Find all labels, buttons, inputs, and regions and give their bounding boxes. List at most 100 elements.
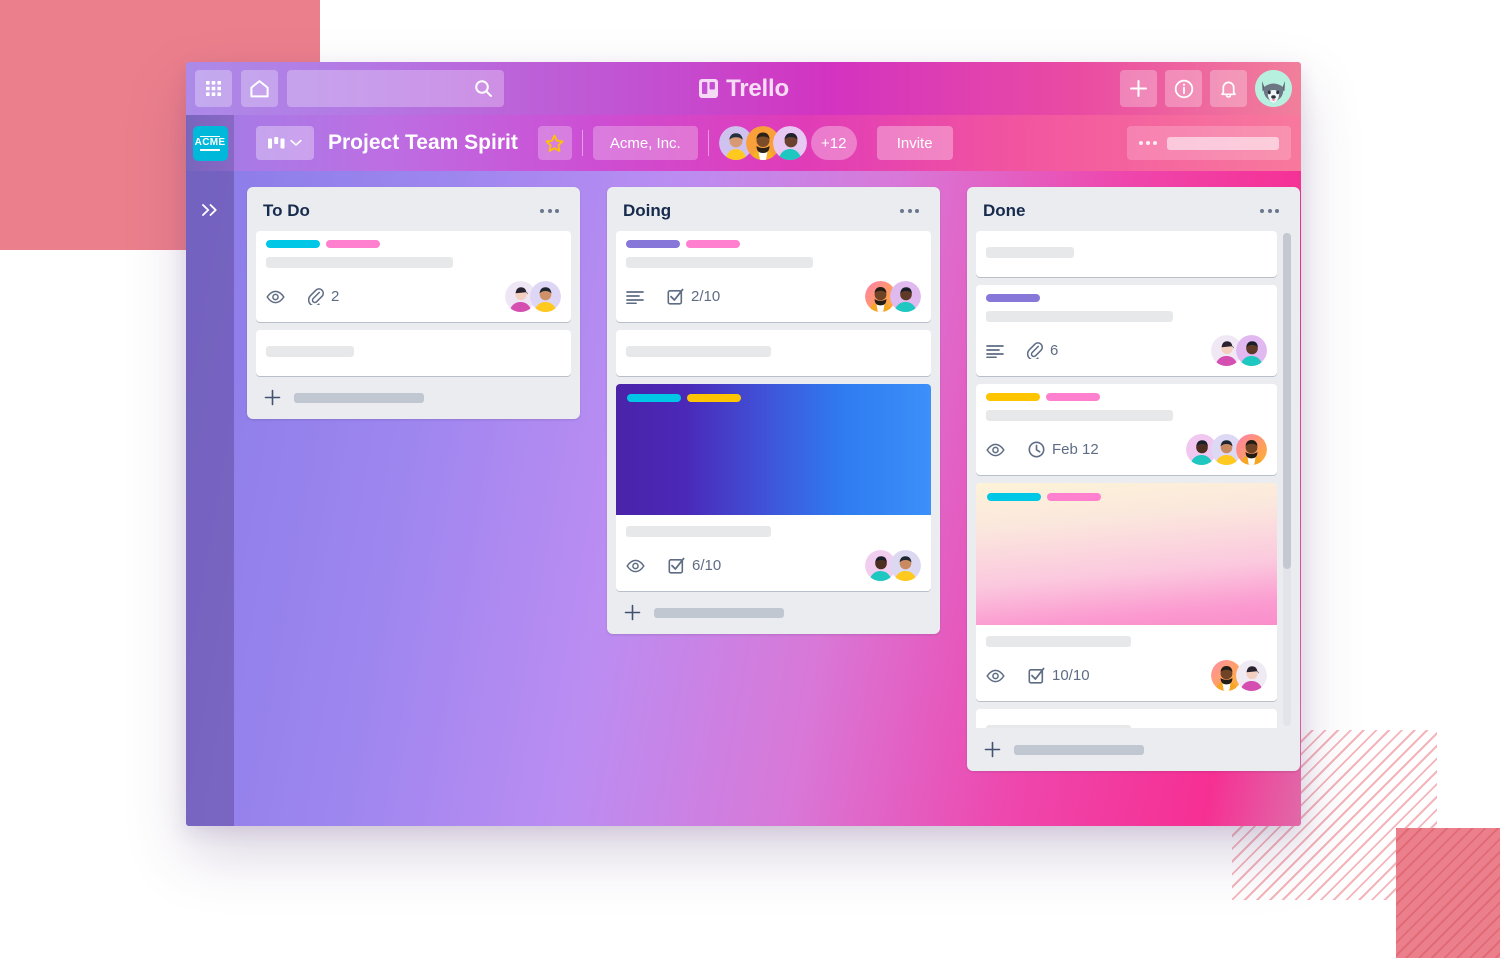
card-labels [986,393,1267,401]
member-overflow-count[interactable]: +12 [810,126,857,160]
label-pink[interactable] [1047,493,1101,501]
card[interactable]: 6 [976,285,1277,376]
notifications-button[interactable] [1210,70,1247,107]
avatar-woman-purple[interactable] [1236,660,1267,691]
card-title-placeholder [266,257,453,268]
list-doing: Doing 2/10 6/10 [607,187,940,634]
card-title-placeholder [986,311,1173,322]
add-card-label-placeholder [1014,744,1144,755]
label-yellow[interactable] [687,394,741,402]
card[interactable]: 2/10 [616,231,931,322]
label-pink[interactable] [686,240,740,248]
info-button[interactable] [1165,70,1202,107]
list-menu-button[interactable] [895,204,924,218]
avatar-person-teal[interactable] [1236,335,1267,366]
card[interactable]: 6/10 [616,384,931,591]
sidebar-expand-button[interactable] [201,203,220,826]
label-yellow[interactable] [986,393,1040,401]
search-input[interactable] [287,70,504,107]
add-card-button[interactable] [256,376,571,419]
board-view-switcher[interactable] [256,126,314,160]
checklist-badge: 2/10 [667,288,720,305]
list-header: To Do [256,195,571,231]
card[interactable] [976,231,1277,277]
due-date-text: Feb 12 [1052,441,1099,458]
card-badges: 6 [986,335,1267,366]
card-members [865,281,921,312]
card-badges: 10/10 [986,660,1267,691]
label-cyan[interactable] [627,394,681,402]
husky-dog-avatar [1255,70,1292,107]
card[interactable]: 2 [256,231,571,322]
plus-icon [984,741,1001,758]
label-cyan[interactable] [987,493,1041,501]
brand-name: Trello [726,74,789,102]
watch-badge [986,669,1012,683]
star-board-button[interactable] [537,126,572,160]
board-lists: To Do 2 Doing 2/10 6/10 Done 6 Feb 12 10… [234,171,1300,826]
list-menu-button[interactable] [535,204,564,218]
list-done: Done 6 Feb 12 10/10 [967,187,1300,771]
card-title-placeholder [266,346,354,357]
card-title-placeholder [626,526,771,537]
workspace-logo[interactable]: ACME [192,125,228,161]
card-badges: 6/10 [626,550,921,581]
avatar-person-yellow[interactable] [530,281,561,312]
clock-icon [1028,441,1045,458]
workspace-logo-container: ACME [186,115,234,171]
label-purple[interactable] [626,240,680,248]
card[interactable] [976,709,1277,728]
board-canvas: To Do 2 Doing 2/10 6/10 Done 6 Feb 12 10… [186,171,1301,826]
card-labels [266,240,561,248]
ellipsis-horizontal-icon[interactable] [1139,141,1157,145]
board-sidebar [186,171,234,826]
add-button[interactable] [1120,70,1157,107]
description-badge [986,344,1011,358]
home-button[interactable] [241,70,278,107]
list-title[interactable]: Done [983,201,1026,221]
card-labels [616,384,931,402]
card-scroll-area[interactable]: 6 Feb 12 10/10 [976,231,1291,728]
board-title[interactable]: Project Team Spirit [328,131,518,155]
card-members [505,281,561,312]
label-pink[interactable] [326,240,380,248]
add-card-button[interactable] [616,591,931,634]
board-members: +12 [718,126,857,160]
top-nav-actions [1120,70,1292,107]
card[interactable] [616,330,931,376]
profile-avatar[interactable] [1255,70,1292,107]
list-to-do: To Do 2 [247,187,580,419]
add-card-label-placeholder [294,392,424,403]
avatar-person-teal[interactable] [890,281,921,312]
description-badge [626,290,651,304]
list-title[interactable]: Doing [623,201,671,221]
due-date-badge[interactable]: Feb 12 [1028,441,1099,458]
invite-button[interactable]: Invite [876,126,953,160]
plus-icon [1129,79,1148,98]
list-title[interactable]: To Do [263,201,310,221]
organization-chip[interactable]: Acme, Inc. [592,126,698,160]
scrollbar-thumb[interactable] [1283,233,1291,569]
watch-badge [626,559,652,573]
avatar-person-yellow[interactable] [890,550,921,581]
plus-icon [264,389,281,406]
label-pink[interactable] [1046,393,1100,401]
add-card-button[interactable] [976,728,1291,771]
card-title-placeholder [626,257,813,268]
card[interactable]: Feb 12 [976,384,1277,475]
checklist-count: 10/10 [1052,667,1090,684]
checklist-count: 6/10 [692,557,722,574]
card[interactable]: 10/10 [976,483,1277,701]
label-purple[interactable] [986,294,1040,302]
member-avatar[interactable] [772,126,807,160]
eye-icon [986,669,1005,683]
watch-badge [986,443,1012,457]
list-menu-button[interactable] [1255,204,1284,218]
home-icon [249,79,270,99]
avatar-man-beard-orange[interactable] [1236,434,1267,465]
apps-grid-button[interactable] [195,70,232,107]
board-menu-group [1127,126,1291,160]
card[interactable] [256,330,571,376]
label-cyan[interactable] [266,240,320,248]
description-lines-icon [626,290,644,304]
